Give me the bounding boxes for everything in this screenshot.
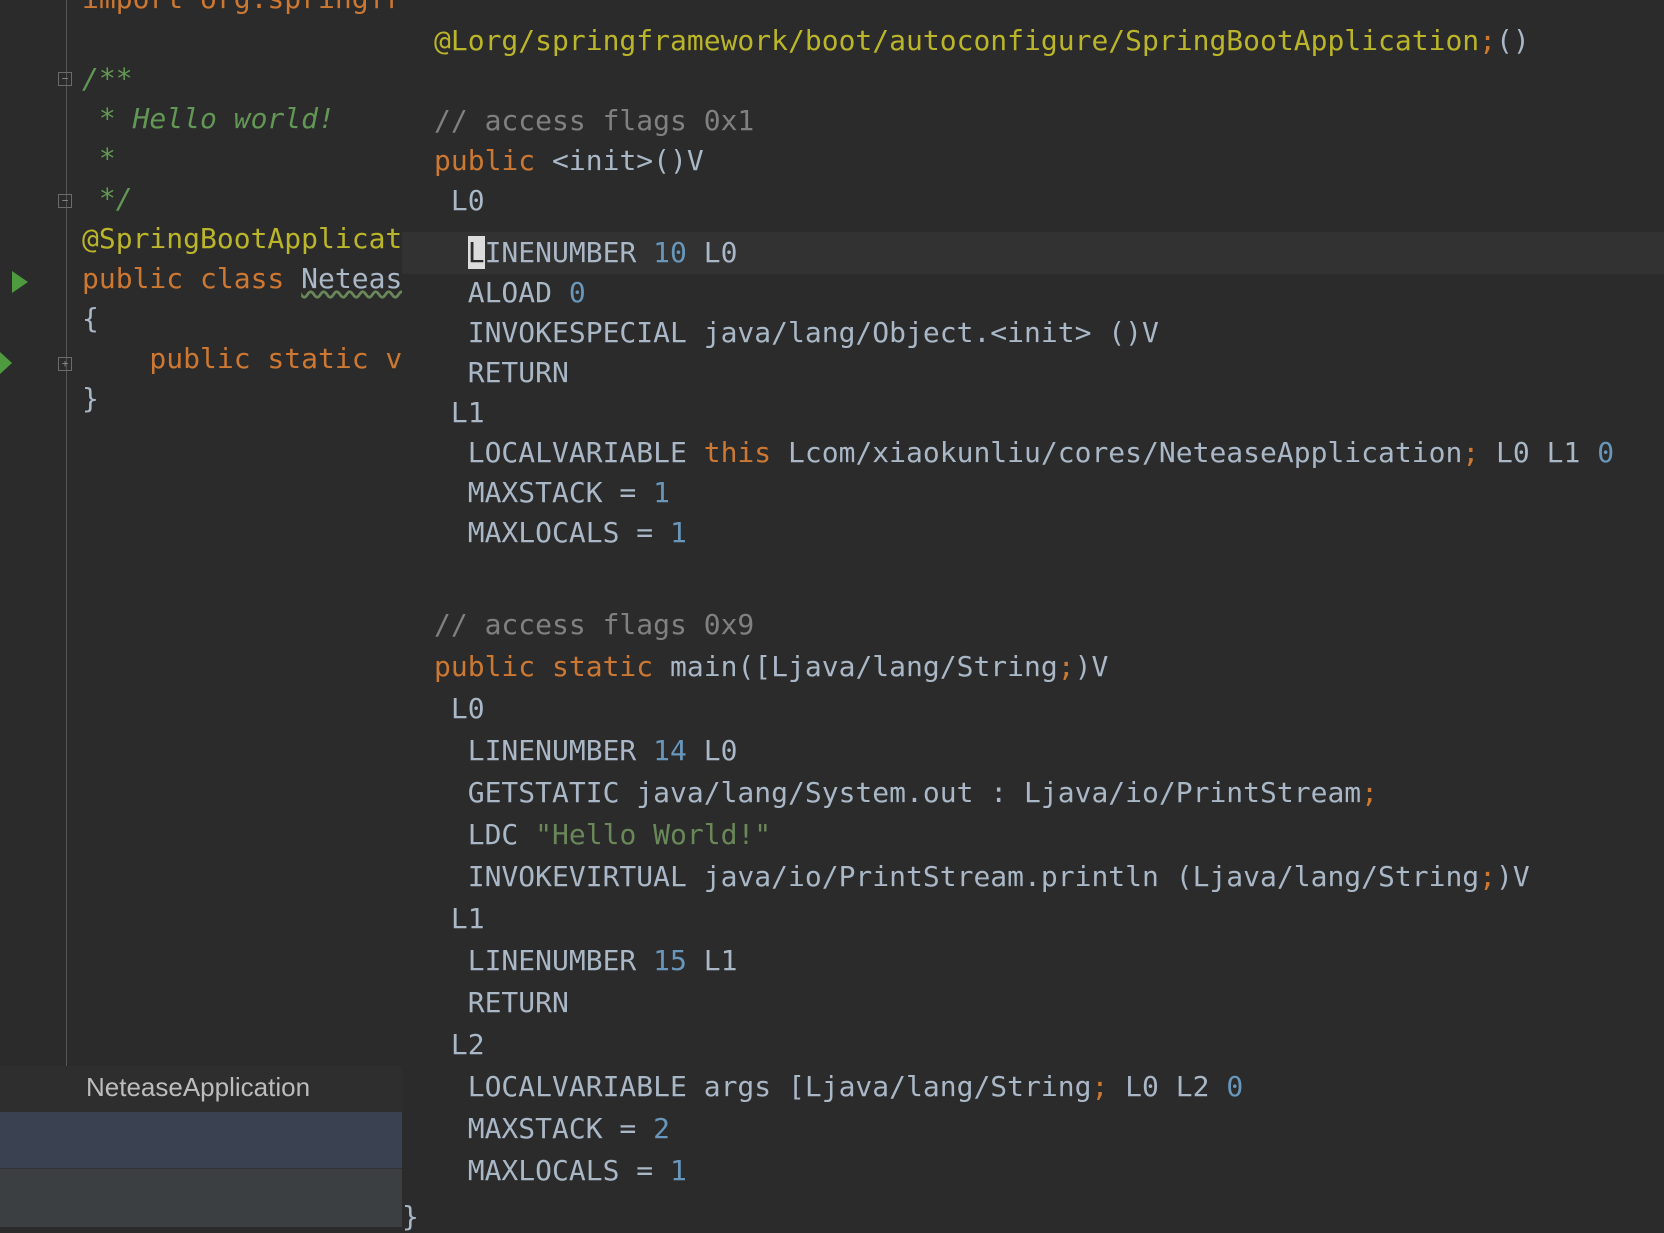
- bytecode-header: @Lorg/springframework/boot/autoconfigure…: [434, 20, 1530, 62]
- linenumber-10: LINENUMBER 10 L0: [434, 232, 737, 274]
- fold-icon[interactable]: +: [58, 357, 72, 371]
- public-keyword: public: [434, 144, 536, 177]
- linenumber-15: LINENUMBER 15 L1: [434, 940, 738, 982]
- maxstack-line: MAXSTACK = 2: [434, 1108, 670, 1150]
- file-tab-label[interactable]: NeteaseApplication: [86, 1072, 310, 1103]
- text-caret: L: [467, 236, 485, 269]
- instruction: GETSTATIC java/lang/System.out : Ljava/i…: [434, 776, 1362, 809]
- semicolon: ;: [1462, 436, 1480, 469]
- getstatic-line: GETSTATIC java/lang/System.out : Ljava/i…: [434, 772, 1378, 814]
- instruction: MAXLOCALS =: [434, 516, 671, 549]
- instruction: ALOAD: [434, 276, 569, 309]
- instruction: INVOKEVIRTUAL java/io/PrintStream.printl…: [434, 860, 1480, 893]
- label-l2: L2: [434, 1028, 485, 1061]
- semicolon: ;: [1479, 860, 1497, 893]
- label-l1: L1: [434, 902, 485, 935]
- invokespecial-line: INVOKESPECIAL java/lang/Object.<init> ()…: [434, 316, 1159, 349]
- instruction: LOCALVARIABLE: [434, 436, 704, 469]
- access-flags-comment: // access flags 0x1: [434, 104, 755, 137]
- annotation-line: @SpringBootApplicati: [82, 222, 402, 255]
- close-brace: }: [82, 382, 99, 415]
- this-keyword: this: [703, 436, 772, 469]
- open-brace: {: [82, 302, 99, 335]
- label-ref: L0: [686, 734, 738, 767]
- slot-index: 0: [1226, 1070, 1244, 1103]
- method-declaration: public static vo: [82, 342, 402, 375]
- line-number: 14: [653, 734, 687, 767]
- import-line: import org.springfra: [82, 0, 402, 20]
- label-ref: L0: [686, 236, 738, 269]
- doc-comment-hello: * Hello world!: [82, 102, 335, 135]
- label-range: L0 L2: [1108, 1070, 1227, 1103]
- linenumber-14: LINENUMBER 14 L0: [434, 730, 738, 772]
- run-gutter-icon[interactable]: [0, 352, 12, 374]
- access-flags-comment: // access flags 0x9: [434, 608, 755, 641]
- signature-end: )V: [1074, 650, 1109, 683]
- value: 1: [670, 516, 687, 549]
- semicolon: ;: [1091, 1070, 1109, 1103]
- return-line: RETURN: [434, 986, 569, 1019]
- type-descriptor: Lcom/xiaokunliu/cores/NeteaseApplication: [771, 436, 1463, 469]
- string-literal: "Hello World!": [535, 818, 772, 851]
- annotation-descriptor: @Lorg/springframework/boot/autoconfigure…: [434, 24, 1480, 57]
- slot-index: 0: [1597, 436, 1615, 469]
- init-method-line: public <init>()V: [434, 140, 704, 182]
- maxstack-line: MAXSTACK = 1: [434, 472, 670, 514]
- main-method-line: public static main([Ljava/lang/String;)V: [434, 646, 1108, 688]
- init-signature: <init>()V: [535, 144, 704, 177]
- class-declaration: public class Netease: [82, 258, 402, 300]
- semicolon: ;: [1479, 24, 1497, 57]
- label-range: L0 L1: [1479, 436, 1598, 469]
- fold-icon[interactable]: −: [58, 194, 72, 208]
- label-l0: L0: [434, 184, 485, 217]
- label-l0: L0: [434, 692, 485, 725]
- semicolon: ;: [1057, 650, 1075, 683]
- bottom-panel: [0, 1168, 402, 1227]
- fold-icon[interactable]: −: [58, 72, 72, 86]
- doc-comment-close: */: [82, 182, 133, 215]
- ldc-line: LDC "Hello World!": [434, 814, 771, 856]
- signature-end: )V: [1496, 860, 1530, 893]
- doc-comment-star: *: [82, 142, 116, 175]
- maxlocals-line: MAXLOCALS = 1: [434, 512, 687, 554]
- line-number: 15: [653, 944, 687, 977]
- instruction: LDC: [434, 818, 536, 851]
- operand: 0: [568, 276, 586, 309]
- gutter-divider: [66, 0, 67, 1066]
- label-l1: L1: [434, 396, 485, 429]
- selected-row[interactable]: [0, 1112, 402, 1168]
- instruction: LINENUMBER: [434, 944, 654, 977]
- localvariable-this: LOCALVARIABLE this Lcom/xiaokunliu/cores…: [434, 432, 1614, 474]
- invokevirtual-line: INVOKEVIRTUAL java/io/PrintStream.printl…: [434, 856, 1530, 898]
- instruction: LINENUMBER: [434, 734, 654, 767]
- main-signature: main([Ljava/lang/String: [653, 650, 1058, 683]
- class-keyword: public class: [82, 262, 302, 295]
- paren: (): [1496, 24, 1530, 57]
- return-line: RETURN: [434, 356, 569, 389]
- instruction: MAXSTACK =: [434, 1112, 654, 1145]
- modifiers: public static: [434, 650, 654, 683]
- instruction: LOCALVARIABLE args [Ljava/lang/String: [434, 1070, 1092, 1103]
- bytecode-viewer[interactable]: @Lorg/springframework/boot/autoconfigure…: [402, 0, 1664, 1226]
- maxlocals-line: MAXLOCALS = 1: [434, 1150, 687, 1192]
- instruction: MAXLOCALS =: [434, 1154, 671, 1187]
- instruction: MAXSTACK =: [434, 476, 654, 509]
- semicolon: ;: [1361, 776, 1379, 809]
- value: 1: [653, 476, 671, 509]
- doc-comment-open: /**: [82, 62, 133, 95]
- instruction: INENUMBER: [484, 236, 654, 269]
- class-name[interactable]: Netease: [301, 262, 402, 295]
- run-gutter-icon[interactable]: [12, 271, 28, 293]
- line-number: 10: [653, 236, 687, 269]
- localvariable-args: LOCALVARIABLE args [Ljava/lang/String; L…: [434, 1066, 1243, 1108]
- aload-line: ALOAD 0: [434, 272, 586, 314]
- label-ref: L1: [686, 944, 738, 977]
- value: 2: [653, 1112, 671, 1145]
- bytecode-close-brace: }: [402, 1200, 419, 1233]
- source-editor[interactable]: import org.springfra − /** * Hello world…: [0, 0, 402, 1066]
- value: 1: [670, 1154, 687, 1187]
